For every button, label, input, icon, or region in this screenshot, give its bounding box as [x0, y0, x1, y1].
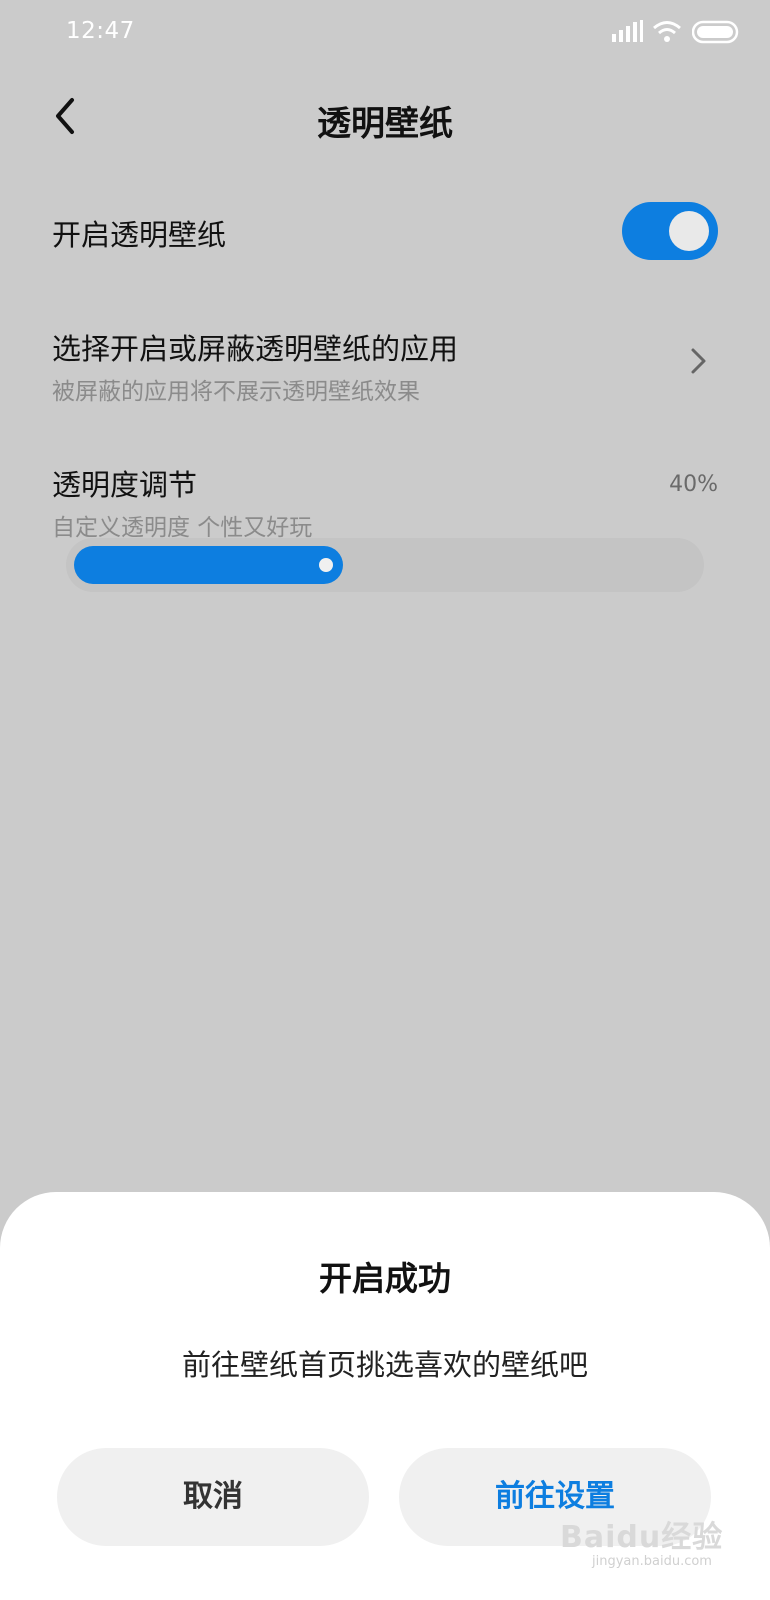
- dialog-title: 开启成功: [319, 1259, 451, 1298]
- enable-label: 开启透明壁纸: [52, 218, 227, 252]
- chevron-right-icon[interactable]: [688, 346, 710, 376]
- transparency-slider[interactable]: [66, 538, 704, 592]
- select-apps-sublabel: 被屏蔽的应用将不展示透明壁纸效果: [52, 379, 420, 405]
- dialog-message: 前往壁纸首页挑选喜欢的壁纸吧: [181, 1348, 588, 1382]
- signal-icon: [612, 20, 643, 42]
- status-time: 12:47: [66, 18, 135, 44]
- watermark-logo: Baidu经验: [560, 1520, 724, 1555]
- slider-thumb[interactable]: [319, 558, 333, 572]
- select-apps-row[interactable]: 选择开启或屏蔽透明壁纸的应用 被屏蔽的应用将不展示透明壁纸效果: [52, 326, 718, 406]
- top-bar: 透明壁纸: [0, 80, 770, 158]
- status-bar: 12:47: [0, 0, 770, 64]
- transparency-label: 透明度调节: [52, 468, 198, 502]
- watermark-url: jingyan.baidu.com: [592, 1554, 712, 1569]
- slider-fill: [74, 546, 343, 584]
- battery-icon: [692, 20, 739, 44]
- wifi-icon: [653, 21, 681, 42]
- transparency-row: 透明度调节 自定义透明度 个性又好玩: [52, 462, 718, 542]
- toggle-knob: [669, 211, 709, 251]
- transparency-value: 40%: [669, 472, 718, 497]
- select-apps-label: 选择开启或屏蔽透明壁纸的应用: [52, 332, 459, 366]
- enable-transparent-wallpaper-row[interactable]: 开启透明壁纸: [52, 212, 718, 254]
- transparency-sublabel: 自定义透明度 个性又好玩: [52, 515, 313, 541]
- page-title: 透明壁纸: [317, 104, 453, 144]
- cancel-button[interactable]: 取消: [57, 1448, 369, 1546]
- enable-toggle[interactable]: [622, 202, 718, 260]
